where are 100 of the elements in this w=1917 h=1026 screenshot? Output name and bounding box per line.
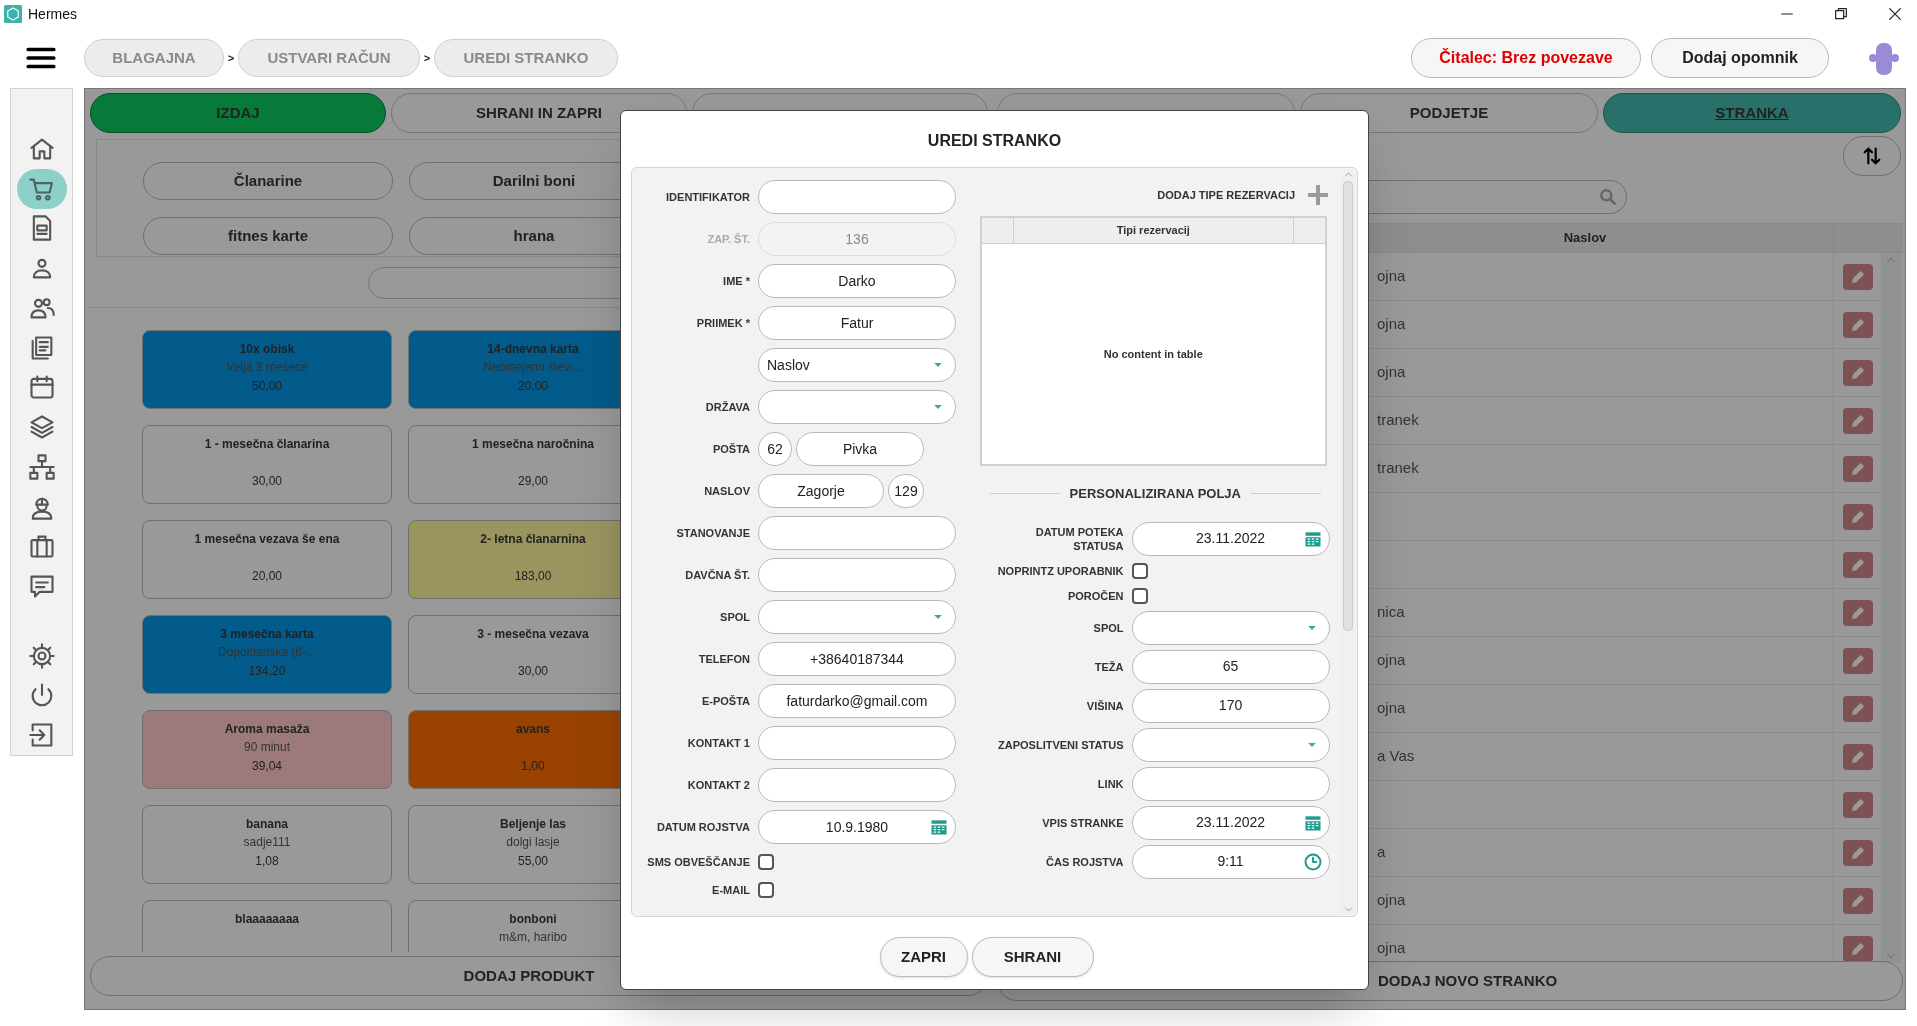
scroll-up-icon[interactable] — [1886, 255, 1896, 265]
edit-button[interactable] — [1842, 551, 1873, 578]
edit-button[interactable] — [1842, 743, 1873, 770]
breadcrumb-button[interactable]: UREDI STRANKO — [434, 39, 618, 77]
input-field[interactable]: 9:11 — [1131, 844, 1330, 879]
scroll-down-icon[interactable] — [1343, 905, 1353, 914]
dialog-title: UREDI STRANKO — [927, 131, 1062, 151]
edit-button[interactable] — [1842, 503, 1873, 530]
dropdown[interactable] — [758, 390, 956, 424]
product-price: 30,00 — [252, 473, 282, 489]
plus-icon — [1306, 183, 1330, 207]
settings-icon — [27, 641, 56, 670]
category-button[interactable]: fitnes karte — [143, 217, 393, 255]
scrollbar[interactable] — [1341, 170, 1355, 914]
add-button[interactable] — [1305, 182, 1331, 208]
field-label: ZAPOSLITVENI STATUS — [998, 737, 1124, 752]
product-description: Dopoldanska (6-... — [217, 644, 317, 661]
restore-icon[interactable] — [1833, 6, 1849, 22]
product-description: Neomejeno števi... — [483, 359, 583, 376]
input-field[interactable]: 10.9.1980 — [758, 810, 956, 844]
input-field[interactable]: 65 — [1131, 649, 1330, 684]
input-field[interactable]: Pivka — [796, 432, 924, 466]
product-price: 30,00 — [518, 663, 548, 679]
tab[interactable]: IZDAJ — [90, 93, 386, 133]
input-field[interactable]: Fatur — [758, 306, 956, 340]
product-tile[interactable]: blaaaaaaaa — [142, 900, 392, 952]
save-button[interactable]: SHRANI — [971, 937, 1094, 977]
input-field[interactable]: 62 — [758, 432, 792, 466]
edit-button[interactable] — [1842, 359, 1873, 386]
checkbox[interactable] — [1131, 587, 1148, 604]
category-button[interactable]: Članarine — [143, 162, 393, 200]
scroll-down-icon[interactable] — [1886, 951, 1896, 961]
input-field[interactable]: 23.11.2022 — [1131, 521, 1330, 556]
close-button[interactable]: ZAPRI — [879, 937, 968, 977]
calendar-icon[interactable] — [929, 817, 949, 837]
dropdown[interactable]: Naslov — [758, 348, 956, 382]
pencil-icon — [1849, 508, 1866, 525]
breadcrumb-button[interactable]: BLAGAJNA — [84, 39, 224, 77]
close-icon[interactable] — [1887, 6, 1903, 22]
scrollbar[interactable] — [1881, 253, 1901, 963]
edit-button[interactable] — [1842, 887, 1873, 914]
input-field[interactable] — [758, 180, 956, 214]
dropdown-arrow-icon — [933, 612, 943, 622]
reader-status-button[interactable]: Čitalec: Brez povezave — [1411, 38, 1641, 78]
dropdown[interactable] — [758, 600, 956, 634]
product-name: banana — [246, 816, 288, 832]
window-title: Hermes — [28, 4, 77, 24]
field-label: E-MAIL — [712, 883, 750, 897]
scrollbar-thumb[interactable] — [1343, 181, 1353, 631]
pencil-icon — [1849, 316, 1866, 333]
edit-button[interactable] — [1842, 647, 1873, 674]
edit-button[interactable] — [1842, 311, 1873, 338]
input-field[interactable] — [758, 516, 956, 550]
edit-button[interactable] — [1842, 839, 1873, 866]
product-name: 2- letna članarnina — [480, 531, 586, 547]
input-field[interactable] — [758, 726, 956, 760]
dropdown-arrow-icon — [933, 402, 943, 412]
pencil-icon — [1849, 364, 1866, 381]
clock-icon[interactable] — [1302, 851, 1323, 872]
input-field[interactable] — [758, 558, 956, 592]
product-name: 3 - mesečna vezava — [477, 626, 589, 642]
dropdown[interactable] — [1131, 610, 1330, 645]
input-field[interactable]: Darko — [758, 264, 956, 298]
sort-button[interactable] — [1843, 136, 1901, 176]
scroll-up-icon[interactable] — [1343, 170, 1353, 179]
dropdown[interactable] — [1131, 727, 1330, 762]
input-field[interactable]: faturdarko@gmail.com — [758, 684, 956, 718]
breadcrumb-button[interactable]: USTVARI RAČUN — [238, 39, 420, 77]
edit-button[interactable] — [1842, 407, 1873, 434]
input-field[interactable] — [758, 768, 956, 802]
sidebar-item[interactable] — [16, 168, 67, 209]
product-tile[interactable]: banana sadje111 1,08 — [142, 805, 392, 884]
product-price: 1,08 — [255, 853, 279, 869]
edit-button[interactable] — [1842, 791, 1873, 818]
product-description: sadje111 — [243, 834, 291, 851]
input-field[interactable]: 129 — [888, 474, 924, 508]
pencil-icon — [1849, 892, 1866, 909]
input-field[interactable]: Zagorje — [758, 474, 884, 508]
checkbox[interactable] — [758, 882, 774, 898]
sort-icon — [1861, 145, 1883, 167]
product-name: 1 - mesečna članarina — [204, 436, 330, 452]
checkbox[interactable] — [1131, 562, 1148, 579]
product-name: 3 mesečna karta — [220, 626, 314, 642]
edit-button[interactable] — [1842, 695, 1873, 722]
field-label: NASLOV — [704, 484, 750, 498]
product-tile[interactable]: Aroma masaža 90 minut 39,04 — [142, 710, 392, 789]
product-tile[interactable]: 1 - mesečna članarina 30,00 — [142, 425, 392, 504]
edit-button[interactable] — [1842, 263, 1873, 290]
input-field[interactable]: 170 — [1131, 688, 1330, 723]
product-tile[interactable]: 1 mesečna vezava še ena 20,00 — [142, 520, 392, 599]
edit-button[interactable] — [1842, 599, 1873, 626]
input-field[interactable]: 23.11.2022 — [1131, 805, 1330, 840]
edit-button[interactable] — [1842, 935, 1873, 962]
edit-button[interactable] — [1842, 455, 1873, 482]
add-reminder-button[interactable]: Dodaj opomnik — [1651, 38, 1829, 78]
input-field[interactable] — [1131, 766, 1330, 801]
field-label: TELEFON — [698, 652, 750, 666]
checkbox[interactable] — [758, 854, 774, 870]
breadcrumb-separator: > — [422, 50, 432, 66]
input-field[interactable]: +38640187344 — [758, 642, 956, 676]
